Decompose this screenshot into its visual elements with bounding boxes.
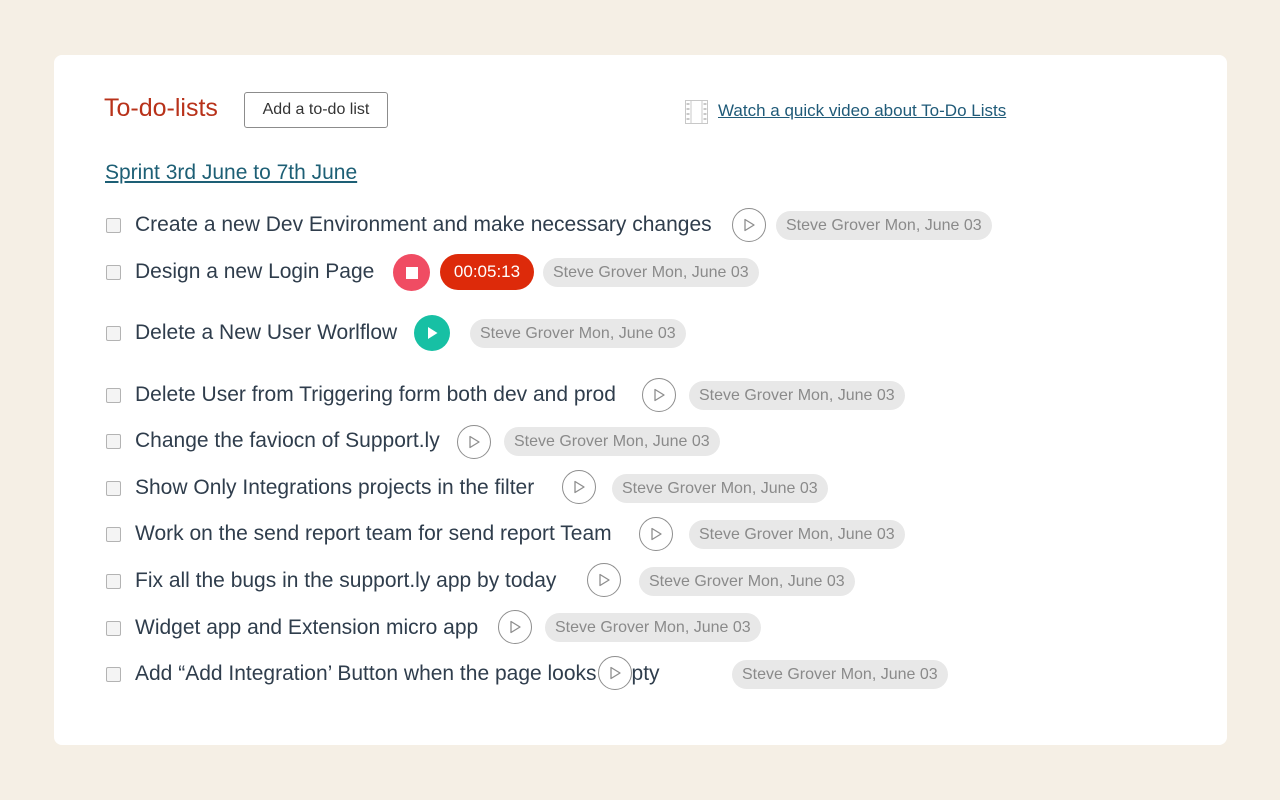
play-outline-icon[interactable] <box>642 378 676 412</box>
play-outline-icon[interactable] <box>498 610 532 644</box>
page-title: To-do-lists <box>104 94 218 122</box>
todo-card: To-do-lists Add a to-do list Watch a qui… <box>54 55 1227 745</box>
play-outline-icon[interactable] <box>457 425 491 459</box>
task-meta-tag: Steve Grover Mon, June 03 <box>504 427 720 456</box>
todo-item: Fix all the bugs in the support.ly app b… <box>54 561 1227 601</box>
play-outline-icon[interactable] <box>598 656 632 690</box>
play-outline-icon[interactable] <box>587 563 621 597</box>
todo-item: Add “Add Integration’ Button when the pa… <box>54 654 1227 694</box>
task-meta-tag: Steve Grover Mon, June 03 <box>639 567 855 596</box>
todo-item: Delete a New User Worlflow Steve Grover … <box>54 313 1227 353</box>
todo-list-title[interactable]: Sprint 3rd June to 7th June <box>105 161 357 185</box>
task-checkbox[interactable] <box>106 265 121 280</box>
task-label: Delete User from Triggering form both de… <box>135 383 616 406</box>
task-label: Create a new Dev Environment and make ne… <box>135 213 712 236</box>
todo-item: Create a new Dev Environment and make ne… <box>54 205 1227 245</box>
add-todo-list-button[interactable]: Add a to-do list <box>244 92 388 128</box>
task-meta-tag: Steve Grover Mon, June 03 <box>732 660 948 689</box>
task-checkbox[interactable] <box>106 434 121 449</box>
task-label: Change the faviocn of Support.ly <box>135 429 440 452</box>
todo-item: Change the faviocn of Support.ly Steve G… <box>54 421 1227 461</box>
task-timer: 00:05:13 <box>440 254 534 290</box>
task-label: Fix all the bugs in the support.ly app b… <box>135 569 557 592</box>
task-checkbox[interactable] <box>106 527 121 542</box>
task-label: Add “Add Integration’ Button when the pa… <box>135 662 660 685</box>
task-label: Design a new Login Page <box>135 260 375 283</box>
play-outline-icon[interactable] <box>732 208 766 242</box>
play-filled-icon[interactable] <box>414 315 450 351</box>
task-checkbox[interactable] <box>106 326 121 341</box>
todo-item: Widget app and Extension micro app Steve… <box>54 608 1227 648</box>
task-meta-tag: Steve Grover Mon, June 03 <box>689 381 905 410</box>
watch-video-link[interactable]: Watch a quick video about To-Do Lists <box>718 101 1006 121</box>
todo-item: Delete User from Triggering form both de… <box>54 375 1227 415</box>
play-outline-icon[interactable] <box>562 470 596 504</box>
task-label: Widget app and Extension micro app <box>135 616 479 639</box>
todo-item: Design a new Login Page 00:05:13 Steve G… <box>54 252 1227 292</box>
task-meta-tag: Steve Grover Mon, June 03 <box>545 613 761 642</box>
task-checkbox[interactable] <box>106 388 121 403</box>
todo-item: Show Only Integrations projects in the f… <box>54 468 1227 508</box>
todo-item: Work on the send report team for send re… <box>54 514 1227 554</box>
task-checkbox[interactable] <box>106 621 121 636</box>
task-label: Work on the send report team for send re… <box>135 522 612 545</box>
task-meta-tag: Steve Grover Mon, June 03 <box>612 474 828 503</box>
task-meta-tag: Steve Grover Mon, June 03 <box>470 319 686 348</box>
stop-icon[interactable] <box>393 254 430 291</box>
task-checkbox[interactable] <box>106 218 121 233</box>
task-checkbox[interactable] <box>106 574 121 589</box>
task-checkbox[interactable] <box>106 667 121 682</box>
task-label: Show Only Integrations projects in the f… <box>135 476 535 499</box>
task-meta-tag: Steve Grover Mon, June 03 <box>776 211 992 240</box>
task-label: Delete a New User Worlflow <box>135 321 398 344</box>
play-outline-icon[interactable] <box>639 517 673 551</box>
film-icon <box>685 100 708 124</box>
task-checkbox[interactable] <box>106 481 121 496</box>
task-meta-tag: Steve Grover Mon, June 03 <box>689 520 905 549</box>
task-meta-tag: Steve Grover Mon, June 03 <box>543 258 759 287</box>
